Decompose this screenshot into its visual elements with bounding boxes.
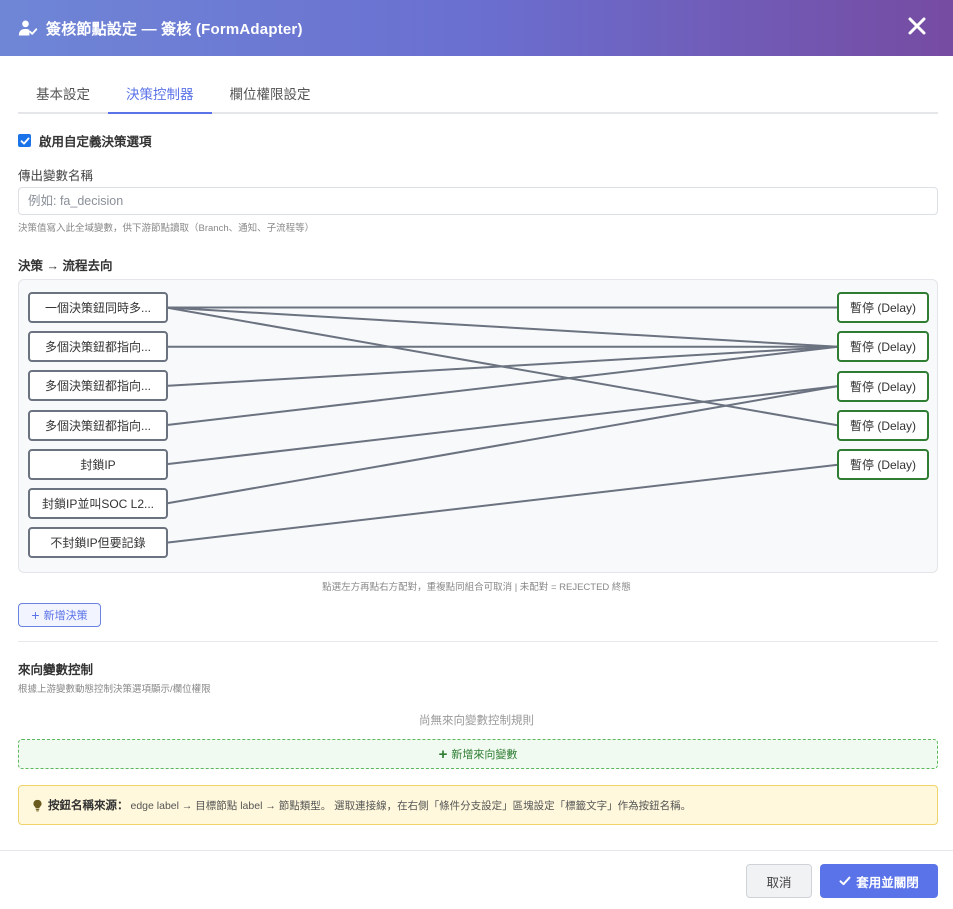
decision-node[interactable]: 多個決策鈕都指向... (28, 370, 168, 402)
target-node[interactable]: 暫停 (Delay) (837, 292, 929, 323)
output-var-input[interactable] (18, 187, 938, 215)
cancel-button[interactable]: 取消 (746, 864, 812, 898)
add-incoming-var-label: 新增來向變數 (451, 749, 518, 761)
close-icon[interactable] (905, 14, 929, 38)
mapping-link[interactable] (165, 463, 839, 544)
mapping-link[interactable] (165, 385, 839, 466)
plus-icon: + (31, 607, 40, 623)
tab-decision-controller[interactable]: 決策控制器 (108, 78, 212, 114)
enable-custom-row: 啟用自定義決策選項 (18, 131, 152, 150)
mapping-canvas[interactable]: 一個決策鈕同時多... 多個決策鈕都指向... 多個決策鈕都指向... 多個決策鈕都指… (18, 279, 938, 573)
dialog-header: 簽核節點設定 — 簽核 (FormAdapter) (0, 0, 953, 56)
dialog-title: 簽核節點設定 — 簽核 (FormAdapter) (46, 20, 303, 38)
target-node[interactable]: 暫停 (Delay) (837, 370, 929, 402)
info-box: 按鈕名稱來源： edge label → 目標節點 label → 節點類型。 … (18, 785, 938, 825)
apply-close-label: 套用並關閉 (856, 875, 919, 890)
decision-node[interactable]: 一個決策鈕同時多... (28, 292, 168, 323)
enable-custom-checkbox[interactable] (18, 134, 31, 147)
add-decision-label: 新增決策 (43, 610, 88, 622)
mapping-link[interactable] (165, 345, 839, 387)
target-node[interactable]: 暫停 (Delay) (837, 409, 929, 441)
tab-bar: 基本設定 決策控制器 欄位權限設定 (18, 78, 938, 114)
target-node[interactable]: 暫停 (Delay) (837, 331, 929, 363)
decision-node[interactable]: 封鎖IP並叫SOC L2... (28, 488, 168, 519)
info-text: edge label → 目標節點 label → 節點類型。 選取連接線，在右… (130, 799, 692, 812)
mapping-link[interactable] (165, 345, 839, 427)
info-title: 按鈕名稱來源： (48, 800, 129, 812)
mapping-hint: 點選左方再點右方配對，重複點同組合可取消 | 未配對 = REJECTED 終態 (322, 582, 631, 593)
enable-custom-label: 啟用自定義決策選項 (39, 135, 152, 149)
tab-basic-settings[interactable]: 基本設定 (18, 78, 108, 114)
add-decision-button[interactable]: + 新增決策 (18, 603, 101, 627)
user-check-icon (18, 20, 38, 36)
incoming-title: 來向變數控制 (18, 663, 94, 677)
check-icon (839, 876, 851, 886)
mapping-title: 決策 → 流程去向 (18, 259, 113, 273)
add-incoming-var-button[interactable]: + 新增來向變數 (18, 739, 938, 769)
decision-node[interactable]: 不封鎖IP但要記錄 (28, 527, 168, 559)
plus-icon: + (438, 745, 448, 763)
incoming-empty-text: 尚無來向變數控制規則 (419, 715, 534, 727)
output-var-hint: 決策值寫入此全域變數，供下游節點讀取（Branch、通知、子流程等） (18, 223, 315, 234)
decision-node[interactable]: 多個決策鈕都指向... (28, 409, 168, 441)
checkmark-icon (20, 137, 29, 144)
incoming-subtitle: 根據上游變數動態控制決策選項顯示/欄位權限 (18, 684, 211, 695)
lightbulb-icon (33, 799, 42, 811)
tab-field-permissions[interactable]: 欄位權限設定 (212, 78, 329, 114)
decision-node[interactable]: 多個決策鈕都指向... (28, 331, 168, 363)
target-node[interactable]: 暫停 (Delay) (837, 449, 929, 481)
decision-node[interactable]: 封鎖IP (28, 448, 168, 480)
section-divider (18, 641, 938, 642)
mapping-link[interactable] (165, 385, 839, 505)
output-var-label: 傳出變數名稱 (18, 169, 94, 183)
mapping-link[interactable] (165, 306, 839, 348)
apply-close-button[interactable]: 套用並關閉 (820, 864, 938, 898)
